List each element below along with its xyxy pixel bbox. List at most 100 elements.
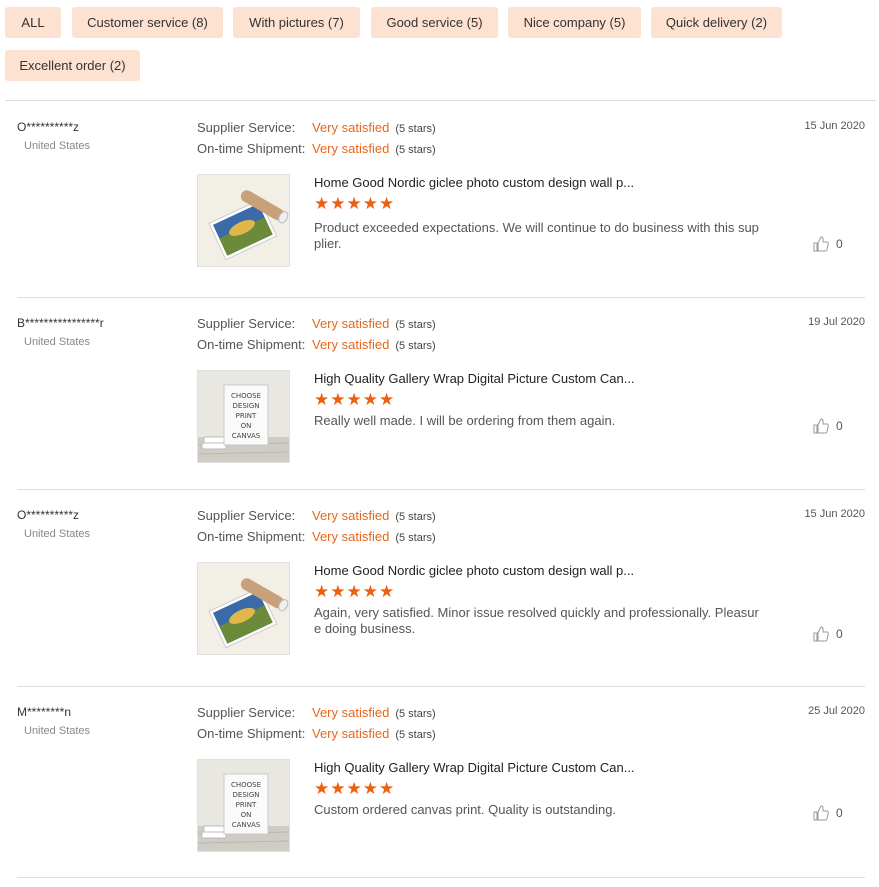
- star-rating: ★★★★★: [314, 194, 395, 213]
- supplier-service-label: Supplier Service:: [197, 120, 296, 135]
- supplier-service-value: Very satisfied: [312, 120, 390, 135]
- reviewer-country: United States: [24, 528, 91, 540]
- like-button[interactable]: 0: [813, 805, 843, 821]
- shipment-stars: (5 stars): [395, 532, 436, 544]
- canvas-sign-word: PRINT: [236, 412, 257, 420]
- star-icon: ★: [346, 390, 362, 409]
- filter-chip-with-pictures[interactable]: With pictures (7): [233, 7, 360, 38]
- canvas-sign-word: CHOOSE: [231, 781, 261, 789]
- shipment-value: Very satisfied: [312, 337, 390, 352]
- filter-divider: [5, 100, 876, 101]
- product-title-link[interactable]: High Quality Gallery Wrap Digital Pictur…: [314, 371, 635, 386]
- thumbs-up-icon: [813, 805, 829, 821]
- supplier-service-label: Supplier Service:: [197, 508, 296, 523]
- star-icon: ★: [330, 390, 346, 409]
- review-divider: [17, 489, 865, 490]
- like-count: 0: [836, 806, 843, 820]
- review-divider: [17, 686, 865, 687]
- reviewer-name: B****************r: [17, 316, 104, 330]
- rolled-print-image[interactable]: [197, 562, 290, 655]
- rolled-print-image-graphic: [198, 175, 289, 266]
- star-icon: ★: [314, 779, 330, 798]
- review-comment: Again, very satisfied. Minor issue resol…: [314, 605, 759, 636]
- rolled-print-image[interactable]: [197, 174, 290, 267]
- filter-chip-good-service[interactable]: Good service (5): [371, 7, 498, 38]
- supplier-service-value: Very satisfied: [312, 508, 390, 523]
- star-icon: ★: [330, 779, 346, 798]
- canvas-sign-word: PRINT: [236, 801, 257, 809]
- shipment-rating: On-time Shipment: Very satisfied (5 stars): [197, 726, 436, 741]
- filter-chip-all[interactable]: ALL: [5, 7, 61, 38]
- like-button[interactable]: 0: [813, 626, 843, 642]
- thumbs-up-icon: [813, 626, 829, 642]
- review-comment: Product exceeded expectations. We will c…: [314, 220, 759, 251]
- review-date: 25 Jul 2020: [808, 705, 865, 717]
- review-item: O**********z United States 15 Jun 2020 S…: [5, 508, 865, 687]
- product-title-link[interactable]: Home Good Nordic giclee photo custom des…: [314, 175, 634, 190]
- shipment-stars: (5 stars): [395, 729, 436, 741]
- shipment-value: Very satisfied: [312, 141, 390, 156]
- like-button[interactable]: 0: [813, 236, 843, 252]
- filter-chip-customer-service[interactable]: Customer service (8): [72, 7, 223, 38]
- star-rating: ★★★★★: [314, 582, 395, 601]
- canvas-sign-word: CHOOSE: [231, 392, 261, 400]
- shipment-label: On-time Shipment:: [197, 141, 306, 156]
- star-icon: ★: [346, 194, 362, 213]
- star-icon: ★: [362, 194, 378, 213]
- canvas-print-image-graphic: CHOOSE DESIGN PRINT ON CANVAS: [198, 760, 289, 851]
- like-count: 0: [836, 627, 843, 641]
- star-icon: ★: [314, 194, 330, 213]
- filter-chip-excellent-order[interactable]: Excellent order (2): [5, 50, 140, 81]
- review-comment: Custom ordered canvas print. Quality is …: [314, 802, 617, 817]
- filter-chip-quick-delivery[interactable]: Quick delivery (2): [651, 7, 782, 38]
- product-title-link[interactable]: High Quality Gallery Wrap Digital Pictur…: [314, 760, 635, 775]
- shipment-rating: On-time Shipment: Very satisfied (5 stars): [197, 337, 436, 352]
- canvas-sign-word: CANVAS: [232, 432, 261, 440]
- product-title-link[interactable]: Home Good Nordic giclee photo custom des…: [314, 563, 634, 578]
- reviewer-name: M********n: [17, 705, 72, 719]
- like-count: 0: [836, 237, 843, 251]
- canvas-sign-word: CANVAS: [232, 821, 261, 829]
- like-button[interactable]: 0: [813, 418, 843, 434]
- supplier-service-stars: (5 stars): [395, 511, 436, 523]
- canvas-print-image[interactable]: CHOOSE DESIGN PRINT ON CANVAS: [197, 370, 290, 463]
- shipment-label: On-time Shipment:: [197, 337, 306, 352]
- star-icon: ★: [314, 390, 330, 409]
- shipment-value: Very satisfied: [312, 529, 390, 544]
- star-icon: ★: [362, 779, 378, 798]
- reviewer-country: United States: [24, 336, 91, 348]
- supplier-service-value: Very satisfied: [312, 316, 390, 331]
- star-icon: ★: [379, 390, 395, 409]
- star-icon: ★: [379, 194, 395, 213]
- star-icon: ★: [314, 582, 330, 601]
- thumbs-up-icon: [813, 236, 829, 252]
- star-icon: ★: [330, 582, 346, 601]
- canvas-print-image[interactable]: CHOOSE DESIGN PRINT ON CANVAS: [197, 759, 290, 852]
- star-icon: ★: [362, 390, 378, 409]
- filter-chip-nice-company[interactable]: Nice company (5): [508, 7, 641, 38]
- supplier-service-stars: (5 stars): [395, 708, 436, 720]
- star-icon: ★: [362, 582, 378, 601]
- star-rating: ★★★★★: [314, 390, 395, 409]
- supplier-service-label: Supplier Service:: [197, 316, 296, 331]
- shipment-stars: (5 stars): [395, 340, 436, 352]
- review-item: B****************r United States 19 Jul …: [5, 316, 865, 490]
- star-icon: ★: [379, 582, 395, 601]
- shipment-label: On-time Shipment:: [197, 726, 306, 741]
- reviewer-name: O**********z: [17, 120, 80, 134]
- reviewer-country: United States: [24, 725, 91, 737]
- like-count: 0: [836, 419, 843, 433]
- supplier-service-rating: Supplier Service: Very satisfied (5 stars): [197, 120, 436, 135]
- canvas-print-image-graphic: CHOOSE DESIGN PRINT ON CANVAS: [198, 371, 289, 462]
- review-date: 15 Jun 2020: [804, 120, 865, 132]
- star-icon: ★: [330, 194, 346, 213]
- star-rating: ★★★★★: [314, 779, 395, 798]
- supplier-service-label: Supplier Service:: [197, 705, 296, 720]
- shipment-rating: On-time Shipment: Very satisfied (5 stars): [197, 141, 436, 156]
- supplier-service-rating: Supplier Service: Very satisfied (5 stars): [197, 705, 436, 720]
- rolled-print-image-graphic: [198, 563, 289, 654]
- canvas-sign-word: ON: [241, 811, 252, 819]
- review-date: 19 Jul 2020: [808, 316, 865, 328]
- star-icon: ★: [379, 779, 395, 798]
- review-item: O**********z United States 15 Jun 2020 S…: [5, 120, 865, 298]
